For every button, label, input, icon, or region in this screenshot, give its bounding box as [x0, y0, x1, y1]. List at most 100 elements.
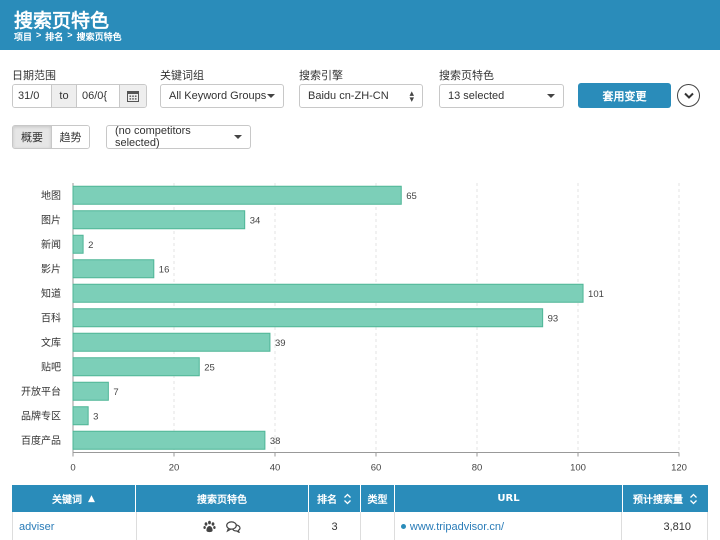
bar: [72, 357, 200, 377]
bar: [72, 210, 246, 230]
page-header: 搜索页特色 项目 > 排名 > 搜索页特色: [0, 0, 720, 50]
bar-value-label: 2: [88, 240, 93, 251]
category-label: 图片: [41, 213, 61, 226]
sort-toggle-icon: [690, 493, 697, 504]
x-tick-label: 0: [70, 463, 75, 474]
breadcrumb-current: 搜索页特色: [76, 32, 122, 42]
type-cell: [361, 512, 395, 540]
bar-value-label: 93: [548, 313, 559, 324]
serp-features-label: 搜索页特色: [439, 69, 494, 82]
x-tick-label: 120: [671, 463, 687, 474]
column-serp-features-label: 搜索页特色: [197, 495, 247, 506]
breadcrumb-separator: >: [36, 30, 42, 40]
bar-value-label: 101: [588, 289, 604, 300]
bar-value-label: 3: [93, 411, 98, 422]
breadcrumb-project[interactable]: 项目: [14, 30, 32, 43]
bar: [72, 381, 109, 401]
calendar-icon: [127, 91, 139, 102]
end-date-input[interactable]: [77, 85, 119, 107]
paw-icon: [203, 520, 216, 533]
view-toggle: 概要 趋势: [12, 125, 90, 149]
sort-toggle-icon: [344, 493, 351, 504]
bar: [72, 234, 84, 254]
serp-features-cell: [137, 512, 310, 540]
dot-icon: [400, 524, 406, 529]
x-tick-label: 40: [270, 463, 281, 474]
keyword-group-select[interactable]: All Keyword Groups: [160, 84, 284, 108]
search-engine-label: 搜索引擎: [299, 69, 343, 82]
apply-changes-button[interactable]: 套用变更: [578, 83, 671, 108]
chevron-down-icon: [267, 94, 275, 98]
column-keyword[interactable]: 关键词 ▲: [12, 485, 136, 512]
column-rank[interactable]: 排名: [309, 485, 361, 512]
competitor-value: (no competitors selected): [115, 125, 191, 149]
chevron-down-icon: [234, 135, 242, 139]
tab-trend[interactable]: 趋势: [51, 126, 89, 148]
column-url-label: URL: [497, 493, 520, 504]
x-tick-label: 80: [472, 463, 483, 474]
column-search-volume[interactable]: 预计搜索量: [623, 485, 708, 512]
x-tick-label: 20: [169, 463, 180, 474]
category-label: 影片: [41, 262, 61, 275]
date-range: to: [12, 84, 147, 108]
serp-features-bar-chart: 0 20 40 60 80 100 120 地图 65 图片 34 新闻 2 影片 16 知道 101 百科 93 文…: [21, 183, 687, 474]
bar: [72, 308, 544, 328]
breadcrumb-separator: >: [67, 30, 73, 40]
url-cell: www.tripadvisor.cn/: [395, 512, 623, 540]
competitor-select[interactable]: (no competitors selected): [106, 125, 251, 149]
bar-value-label: 38: [270, 436, 281, 447]
sort-asc-icon: ▲: [88, 493, 95, 504]
x-tick-label: 60: [371, 463, 382, 474]
serp-features-value: 13 selected: [448, 90, 505, 102]
column-type: 类型: [361, 485, 395, 512]
column-serp-features: 搜索页特色: [136, 485, 309, 512]
tab-overview[interactable]: 概要: [13, 126, 51, 148]
bar-value-label: 25: [204, 362, 215, 373]
date-to-label: to: [51, 85, 77, 107]
calendar-button[interactable]: [119, 85, 146, 107]
date-range-label: 日期范围: [12, 69, 56, 82]
bar-value-label: 65: [406, 191, 417, 202]
category-label: 文库: [41, 336, 61, 349]
bar-value-label: 7: [113, 387, 118, 398]
column-keyword-label: 关键词: [52, 495, 83, 506]
bar-value-label: 39: [275, 338, 286, 349]
search-engine-select[interactable]: Baidu cn-ZH-CN ▴ ▾: [299, 84, 423, 108]
start-date-input[interactable]: [13, 85, 51, 107]
breadcrumb-rankings[interactable]: 排名: [45, 30, 63, 43]
keyword-group-label: 关键词组: [160, 69, 204, 82]
serp-features-select[interactable]: 13 selected: [439, 84, 564, 108]
bar: [72, 259, 155, 279]
category-label: 贴吧: [41, 360, 61, 373]
keyword-table: 关键词 ▲ 搜索页特色 排名 类型 URL 预计搜索量 adviser 3 ww…: [12, 485, 708, 540]
keyword-group-value: All Keyword Groups: [169, 90, 267, 102]
column-type-label: 类型: [367, 495, 388, 506]
page-title: 搜索页特色: [14, 10, 110, 32]
chevron-down-icon: [547, 94, 555, 98]
category-label: 地图: [41, 189, 61, 202]
bar-value-label: 16: [159, 264, 170, 275]
search-volume-cell: 3,810: [663, 520, 692, 533]
bar: [72, 185, 402, 205]
up-down-arrows-icon: ▴ ▾: [409, 88, 414, 104]
column-rank-label: 排名: [317, 495, 337, 506]
column-url: URL: [395, 485, 623, 512]
expand-filters-button[interactable]: [677, 84, 700, 107]
bar-value-label: 34: [250, 215, 261, 226]
chat-bubbles-icon: [226, 520, 241, 533]
keyword-link[interactable]: adviser: [19, 521, 54, 533]
category-label: 品牌专区: [21, 409, 61, 422]
rank-cell: 3: [309, 512, 361, 540]
table-row: adviser 3 www.tripadvisor.cn/ 3,810: [12, 512, 708, 540]
breadcrumb: 项目 > 排名 > 搜索页特色: [14, 30, 122, 43]
keyword-cell: adviser: [13, 512, 137, 540]
category-label: 百度产品: [21, 434, 61, 447]
column-search-volume-label: 预计搜索量: [633, 495, 683, 506]
x-tick-label: 100: [570, 463, 586, 474]
bar: [72, 283, 584, 303]
category-label: 新闻: [41, 238, 61, 251]
bar: [72, 430, 266, 450]
chevron-down-icon: [683, 92, 694, 99]
category-label: 百科: [41, 311, 61, 324]
url-link[interactable]: www.tripadvisor.cn/: [410, 521, 504, 533]
